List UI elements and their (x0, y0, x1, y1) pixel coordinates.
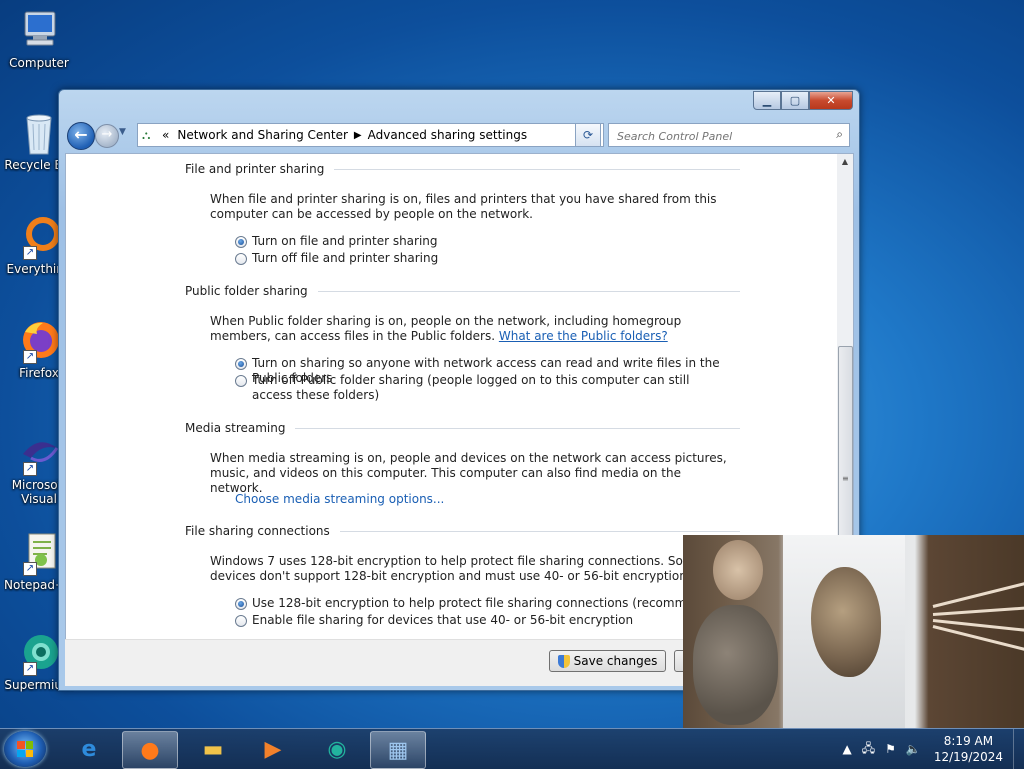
section-description: When file and printer sharing is on, fil… (210, 192, 717, 221)
start-button[interactable] (4, 731, 46, 767)
section-title: Media streaming (185, 421, 286, 435)
shortcut-arrow-icon: ↗ (23, 246, 37, 260)
scroll-up-icon[interactable]: ▲ (837, 154, 853, 170)
close-button[interactable]: ✕ (809, 91, 853, 110)
radio-selected-icon[interactable] (235, 598, 247, 610)
radio-use-128-bit-encryption[interactable]: Use 128-bit encryption to help protect f… (235, 596, 729, 611)
breadcrumb-network-and-sharing-center[interactable]: Network and Sharing Center (177, 128, 348, 142)
refresh-button[interactable]: ⟳ (575, 123, 601, 147)
radio-turn-off-file-printer-sharing[interactable]: Turn off file and printer sharing (235, 251, 438, 266)
public-folders-help-link[interactable]: What are the Public folders? (499, 329, 668, 343)
video-object (713, 540, 763, 600)
forward-button[interactable]: → (95, 124, 119, 148)
notepad-plus-plus-icon: ↗ (17, 530, 61, 576)
visual-studio-icon: ↗ (17, 430, 61, 476)
taskbar: e ● ▬ ▶ ◉ ▦ ▲ 🖧 ⚑ 🔈 8:19 AM 12/19/2024 (0, 728, 1024, 769)
radio-unselected-icon[interactable] (235, 375, 247, 387)
shortcut-arrow-icon: ↗ (23, 662, 37, 676)
recycle-bin-icon (17, 110, 61, 155)
maximize-button[interactable]: ▢ (781, 91, 809, 110)
shortcut-arrow-icon: ↗ (23, 462, 37, 476)
search-box[interactable]: ⌕ (608, 123, 850, 147)
show-desktop-button[interactable] (1013, 729, 1024, 769)
radio-unselected-icon[interactable] (235, 615, 247, 627)
supermium-icon[interactable]: ◉ (310, 731, 364, 767)
video-overlay (683, 535, 1024, 728)
computer-icon (17, 8, 61, 52)
section-description: When media streaming is on, people and d… (210, 451, 727, 495)
supermium-icon: ↗ (17, 630, 61, 676)
everything-icon: ↗ (17, 214, 61, 260)
desktop-icon-computer[interactable]: Computer (4, 8, 74, 70)
video-creature (811, 567, 881, 677)
radio-label: Use 128-bit encryption to help protect f… (252, 596, 729, 610)
save-changes-button[interactable]: Save changes (549, 650, 666, 672)
clock[interactable]: 8:19 AM 12/19/2024 (934, 733, 1003, 765)
volume-muted-icon[interactable]: 🔈 (906, 742, 921, 756)
network-icon[interactable]: 🖧 (862, 739, 875, 760)
radio-label: Enable file sharing for devices that use… (252, 613, 634, 627)
desktop-icon-label: Computer (9, 56, 69, 70)
radio-label: Turn on file and printer sharing (252, 234, 438, 248)
shortcut-arrow-icon: ↗ (23, 562, 37, 576)
section-title: File and printer sharing (185, 162, 325, 176)
network-icon: ⛬ (142, 128, 151, 142)
show-hidden-icons-icon[interactable]: ▲ (842, 742, 851, 756)
media-player-icon[interactable]: ▶ (246, 731, 300, 767)
address-bar[interactable]: ⛬ « Network and Sharing Center ▶ Advance… (137, 123, 604, 147)
window-controls: ▁ ▢ ✕ (753, 91, 853, 110)
uac-shield-icon (557, 654, 570, 668)
divider (339, 530, 740, 532)
internet-explorer-icon[interactable]: e (62, 731, 116, 767)
section-media-streaming[interactable]: Media streaming (185, 421, 740, 435)
windows-logo-icon (17, 741, 33, 757)
section-public-folder-sharing[interactable]: Public folder sharing (185, 284, 740, 298)
radio-turn-off-public-folder-sharing[interactable]: Turn off Public folder sharing (people l… (235, 373, 725, 403)
divider (295, 427, 740, 429)
search-icon[interactable]: ⌕ (836, 127, 843, 142)
section-description: Windows 7 uses 128-bit encryption to hel… (210, 554, 702, 583)
divider (334, 168, 740, 170)
firefox-icon[interactable]: ● (122, 731, 178, 769)
back-button[interactable]: ← (67, 122, 95, 150)
section-file-sharing-connections[interactable]: File sharing connections (185, 524, 740, 538)
shortcut-arrow-icon: ↗ (23, 350, 37, 364)
section-title: Public folder sharing (185, 284, 308, 298)
firefox-icon: ↗ (17, 318, 61, 364)
action-center-flag-icon[interactable]: ⚑ (885, 742, 896, 756)
section-title: File sharing connections (185, 524, 330, 538)
breadcrumb-overflow[interactable]: « (162, 128, 169, 142)
minimize-button[interactable]: ▁ (753, 91, 781, 110)
grip-icon: ≡ (842, 474, 849, 483)
radio-unselected-icon[interactable] (235, 253, 247, 265)
radio-turn-on-file-printer-sharing[interactable]: Turn on file and printer sharing (235, 234, 438, 249)
video-sticks (932, 582, 1024, 651)
radio-selected-icon[interactable] (235, 236, 247, 248)
system-tray: ▲ 🖧 ⚑ 🔈 8:19 AM 12/19/2024 (837, 729, 1024, 769)
search-input[interactable] (615, 126, 829, 146)
breadcrumb-advanced-sharing-settings[interactable]: Advanced sharing settings (368, 128, 527, 142)
control-panel-icon[interactable]: ▦ (370, 731, 426, 769)
file-explorer-icon[interactable]: ▬ (186, 731, 240, 767)
radio-selected-icon[interactable] (235, 358, 247, 370)
breadcrumb-separator-icon[interactable]: ▶ (354, 130, 362, 141)
radio-label: Turn off Public folder sharing (people l… (252, 373, 690, 402)
section-description: When Public folder sharing is on, people… (210, 314, 735, 344)
radio-label: Turn off file and printer sharing (252, 251, 439, 265)
video-object (693, 605, 778, 725)
recent-pages-dropdown[interactable]: ▼ (119, 127, 126, 137)
clock-time: 8:19 AM (943, 734, 994, 748)
navigation-bar: ← → ▼ ⛬ « Network and Sharing Center ▶ A… (67, 122, 853, 150)
button-label: Save changes (573, 654, 658, 668)
clock-date: 12/19/2024 (933, 750, 1003, 764)
divider (317, 290, 740, 292)
section-file-and-printer-sharing[interactable]: File and printer sharing (185, 162, 740, 176)
media-streaming-options-link[interactable]: Choose media streaming options... (235, 492, 760, 507)
radio-enable-40-56-bit-encryption[interactable]: Enable file sharing for devices that use… (235, 613, 633, 628)
